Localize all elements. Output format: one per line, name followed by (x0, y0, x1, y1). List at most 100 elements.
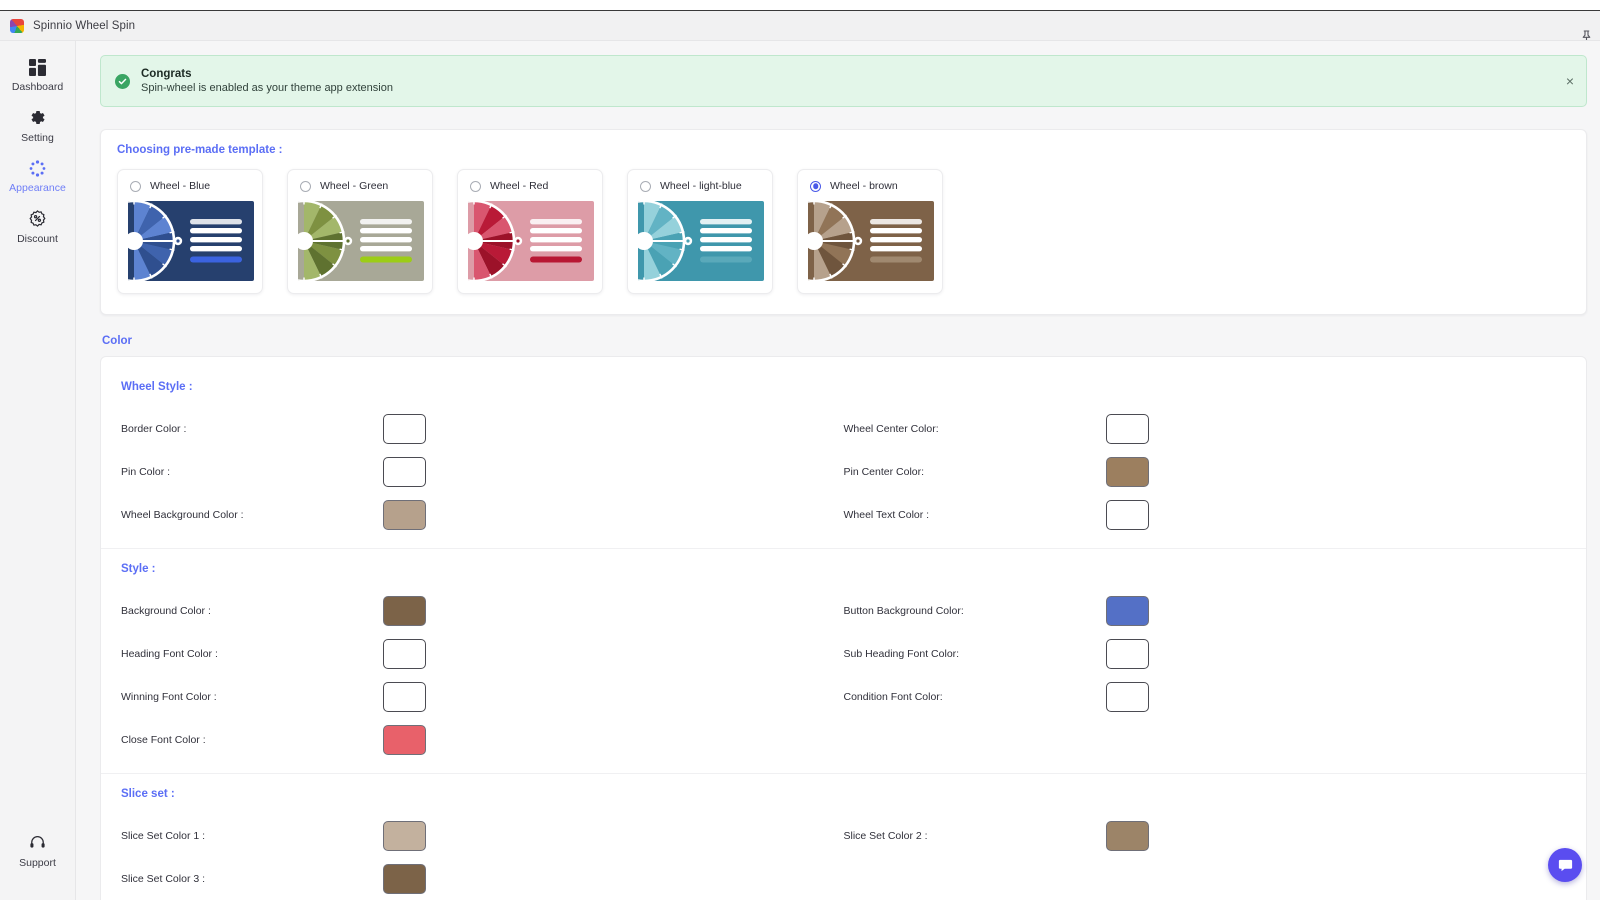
color-swatch[interactable] (1105, 820, 1149, 851)
color-swatch[interactable] (1105, 499, 1149, 530)
color-swatch[interactable] (1105, 595, 1149, 626)
sidebar-item-discount[interactable]: Discount (0, 200, 76, 251)
color-swatch[interactable] (383, 456, 426, 487)
template-card[interactable]: Wheel - Red ,,,,,, (457, 169, 603, 294)
template-head: Wheel - light-blue (638, 180, 762, 192)
template-card[interactable]: Wheel - Blue ,,,,,, (117, 169, 263, 294)
template-head: Wheel - Red (468, 180, 592, 192)
window-titlebar: Spinnio Wheel Spin (0, 11, 1600, 43)
sidebar-item-label: Appearance (9, 182, 66, 194)
template-head: Wheel - brown (808, 180, 932, 192)
color-field-label: Pin Center Color: (843, 465, 925, 478)
success-banner: Congrats Spin-wheel is enabled as your t… (100, 55, 1587, 107)
template-label: Wheel - Green (320, 180, 389, 192)
sidebar: Dashboard Setting Appearance Discount Su… (0, 41, 76, 900)
color-field-row: Slice Set Color 3 : (121, 857, 844, 900)
banner-message: Spin-wheel is enabled as your theme app … (141, 82, 393, 94)
slice-set-subsection: Slice set : Slice Set Color 1 : Slice Se… (101, 774, 1586, 900)
color-swatch[interactable] (383, 595, 426, 626)
color-field-row: Winning Font Color : (121, 675, 844, 718)
color-swatch[interactable] (383, 863, 426, 894)
color-swatch[interactable] (383, 638, 426, 669)
banner-text: Congrats Spin-wheel is enabled as your t… (141, 68, 393, 94)
color-field-row: Wheel Center Color: (844, 407, 1567, 450)
color-swatch[interactable] (383, 681, 426, 712)
style-subsection: Style : Background Color : Heading Font … (101, 549, 1586, 774)
template-label: Wheel - Red (490, 180, 549, 192)
color-swatch[interactable] (383, 413, 426, 444)
template-preview-image: ,,,,,, (128, 201, 254, 281)
color-field-label: Wheel Text Color : (843, 508, 930, 521)
template-card[interactable]: Wheel - brown ,,,,,, (797, 169, 943, 294)
sidebar-item-appearance[interactable]: Appearance (0, 149, 76, 200)
main-content: Congrats Spin-wheel is enabled as your t… (76, 41, 1600, 900)
wheel-style-subsection: Wheel Style : Border Color : Pin Color :… (101, 367, 1586, 549)
template-preview-image: ,,,,,, (808, 201, 934, 281)
style-left-column: Background Color : Heading Font Color : … (121, 589, 844, 761)
color-field-row: Wheel Text Color : (844, 493, 1567, 536)
color-swatch[interactable] (383, 499, 426, 530)
color-swatch[interactable] (383, 820, 426, 851)
check-circle-icon (115, 73, 130, 89)
sidebar-item-dashboard[interactable]: Dashboard (0, 48, 76, 99)
slice-set-heading: Slice set : (121, 788, 175, 800)
color-field-label: Wheel Background Color : (121, 508, 244, 521)
style-heading: Style : (121, 563, 156, 575)
sidebar-item-label: Support (19, 856, 56, 869)
template-chooser-heading: Choosing pre-made template : (117, 144, 283, 156)
colorwheel-icon (10, 18, 24, 33)
slice-set-right-column: Slice Set Color 2 : (844, 814, 1567, 900)
close-icon[interactable]: × (1566, 74, 1574, 88)
discount-icon (29, 209, 46, 229)
template-head: Wheel - Green (298, 180, 422, 192)
color-field-label: Close Font Color : (121, 733, 206, 746)
sidebar-item-support[interactable]: Support (0, 824, 76, 875)
template-radio[interactable] (640, 180, 651, 192)
color-swatch[interactable] (1105, 681, 1149, 712)
color-field-label: Winning Font Color : (121, 690, 217, 703)
color-swatch[interactable] (1105, 638, 1149, 669)
template-radio[interactable] (300, 180, 311, 192)
template-label: Wheel - Blue (150, 180, 211, 192)
slice-set-left-column: Slice Set Color 1 : Slice Set Color 3 : (121, 814, 844, 900)
color-field-label: Border Color : (121, 422, 187, 435)
sidebar-item-label: Dashboard (11, 81, 64, 93)
color-field-label: Heading Font Color : (121, 647, 218, 660)
template-card[interactable]: Wheel - Green ,,,,,, (287, 169, 433, 294)
template-card[interactable]: Wheel - light-blue ,,,,,, (627, 169, 773, 294)
chat-bubble-icon[interactable] (1548, 848, 1582, 882)
template-label: Wheel - brown (830, 180, 898, 192)
color-field-row: Pin Color : (121, 450, 844, 493)
color-field-label: Pin Color : (121, 465, 171, 478)
template-preview-image: ,,,,,, (638, 201, 764, 281)
color-field-label: Wheel Center Color: (843, 422, 939, 435)
color-panel: Wheel Style : Border Color : Pin Color :… (100, 356, 1587, 900)
color-field-label: Slice Set Color 3 : (121, 872, 206, 885)
color-swatch[interactable] (1105, 456, 1149, 487)
style-right-column: Button Background Color: Sub Heading Fon… (844, 589, 1567, 761)
gear-icon (29, 108, 46, 128)
color-field-row: Button Background Color: (844, 589, 1567, 632)
appearance-icon (29, 158, 46, 178)
dashboard-icon (29, 57, 46, 77)
color-field-label: Button Background Color: (843, 604, 964, 617)
color-field-row: Slice Set Color 1 : (121, 814, 844, 857)
template-radio[interactable] (130, 180, 141, 192)
color-field-label: Background Color : (121, 604, 211, 617)
banner-title: Congrats (141, 68, 192, 80)
color-field-row: Border Color : (121, 407, 844, 450)
browser-top-edge (0, 0, 1600, 11)
headset-icon (29, 833, 46, 853)
color-field-row: Sub Heading Font Color: (844, 632, 1567, 675)
app-window: Spinnio Wheel Spin Dashboard Setting App… (0, 0, 1600, 900)
color-section-heading: Color (102, 335, 133, 347)
template-radio[interactable] (810, 180, 821, 192)
color-field-row: Pin Center Color: (844, 450, 1567, 493)
template-chooser-panel: Choosing pre-made template : Wheel - Blu… (100, 129, 1587, 315)
color-field-label: Condition Font Color: (843, 690, 943, 703)
color-swatch[interactable] (383, 724, 426, 755)
template-label: Wheel - light-blue (660, 180, 742, 192)
template-radio[interactable] (470, 180, 481, 192)
sidebar-item-setting[interactable]: Setting (0, 99, 76, 150)
color-swatch[interactable] (1105, 413, 1149, 444)
